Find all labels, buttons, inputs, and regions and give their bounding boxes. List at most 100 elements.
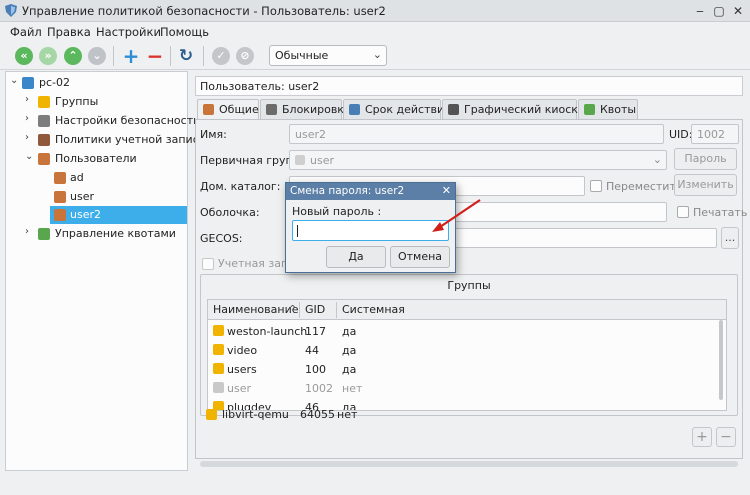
table-row-partial[interactable]: libvirt-qemu 64055 нет	[206, 408, 706, 421]
tree-item-label: Настройки безопасности	[55, 114, 201, 127]
tree-item-users[interactable]: ⌄ Пользователи	[8, 150, 186, 168]
password-button[interactable]: Пароль	[674, 148, 737, 170]
calendar-icon	[349, 104, 360, 115]
toolbar-separator	[203, 46, 204, 66]
title-bar: Управление политикой безопасности - Поль…	[0, 0, 750, 22]
policy-icon	[38, 134, 50, 146]
tree-item-label: Управление квотами	[55, 227, 176, 240]
tree-item-quotas[interactable]: › Управление квотами	[8, 225, 186, 243]
print-checkbox[interactable]	[677, 206, 689, 218]
quota-icon	[38, 228, 50, 240]
group-icon	[206, 409, 217, 420]
primary-group-select[interactable]: user ⌄	[289, 150, 667, 170]
tree-item-label: Группы	[55, 95, 99, 108]
gecos-edit-button[interactable]: ...	[721, 227, 739, 249]
change-button[interactable]: Изменить	[674, 174, 737, 196]
maximize-button[interactable]: ▢	[712, 4, 726, 18]
chevron-down-icon[interactable]: ⌄	[10, 75, 20, 86]
tab-general[interactable]: Общие	[197, 99, 259, 120]
tab-label: Квоты	[600, 103, 637, 116]
user-header-text: Пользователь: user2	[200, 80, 320, 93]
uid-field[interactable]: 1002	[691, 124, 739, 144]
cancel-button[interactable]: Отмена	[390, 246, 450, 268]
move-checkbox[interactable]	[590, 180, 602, 192]
mode-select[interactable]: Обычные ⌄	[269, 45, 387, 66]
remove-group-button[interactable]: −	[716, 427, 736, 447]
table-row[interactable]: user 1002 нет	[208, 379, 726, 398]
horizontal-scrollbar[interactable]	[200, 461, 738, 467]
add-group-button[interactable]: +	[692, 427, 712, 447]
minimize-button[interactable]: ‒	[693, 4, 707, 18]
dialog-title-bar: Смена пароля: user2 ✕	[286, 183, 455, 200]
group-icon	[213, 363, 224, 374]
uid-value: 1002	[697, 128, 725, 141]
cancel-icon[interactable]: ⊘	[236, 47, 254, 65]
column-system[interactable]: Системная	[342, 303, 405, 316]
chevron-right-icon[interactable]: ›	[25, 226, 35, 237]
menu-edit[interactable]: Правка	[47, 25, 91, 39]
group-system: да	[342, 325, 357, 338]
remove-icon[interactable]: −	[146, 46, 164, 66]
tab-quotas[interactable]: Квоты	[578, 99, 638, 119]
table-row[interactable]: users 100 да	[208, 360, 726, 379]
chevron-right-icon[interactable]: ›	[25, 94, 35, 105]
navigation-tree: ⌄ pc-02 › Группы › Настройки безопасност…	[5, 71, 206, 471]
add-icon[interactable]: +	[122, 46, 140, 66]
tree-item-account-policies[interactable]: › Политики учетной записи	[8, 131, 206, 149]
name-field[interactable]: user2	[289, 124, 664, 144]
group-icon	[213, 382, 224, 393]
new-password-input[interactable]	[292, 220, 449, 241]
table-row[interactable]: weston-launch 117 да	[208, 322, 726, 341]
column-name[interactable]: Наименование	[213, 303, 298, 316]
tree-item-security-settings[interactable]: › Настройки безопасности	[8, 112, 200, 130]
settings-icon	[38, 115, 50, 127]
tab-expiration[interactable]: Срок действия	[343, 99, 451, 119]
tab-kiosk[interactable]: Графический киоск Fly	[442, 99, 597, 119]
mode-select-value: Обычные	[275, 49, 329, 62]
menu-help[interactable]: Помощь	[160, 25, 209, 39]
group-name: video	[227, 344, 258, 357]
groups-table-header: Наименование ^ GID Системная	[208, 300, 726, 320]
chevron-down-icon: ⌄	[652, 153, 662, 166]
refresh-icon[interactable]: ↻	[177, 47, 195, 65]
up-icon[interactable]: ⌃	[64, 47, 82, 65]
tree-root[interactable]: ⌄ pc-02	[8, 74, 186, 92]
tree-item-label: Политики учетной записи	[55, 133, 206, 146]
down-icon[interactable]: ⌄	[88, 47, 106, 65]
group-gid: 44	[305, 344, 319, 357]
column-separator	[336, 302, 337, 318]
menu-settings[interactable]: Настройки	[96, 25, 161, 39]
close-window-button[interactable]: ✕	[731, 4, 745, 18]
gecos-label: GECOS:	[200, 232, 243, 245]
menu-file[interactable]: Файл	[10, 25, 42, 39]
chevron-right-icon[interactable]: ›	[25, 132, 35, 143]
account-checkbox[interactable]	[202, 258, 214, 270]
tab-lock[interactable]: Блокировка	[260, 99, 351, 119]
group-gid: 100	[305, 363, 326, 376]
menu-bar: Файл Правка Настройки Помощь	[0, 22, 750, 42]
tab-label: Общие	[219, 103, 259, 116]
group-gid: 1002	[305, 382, 333, 395]
print-label: Печатать	[693, 206, 748, 219]
first-icon[interactable]: «	[15, 47, 33, 65]
kiosk-icon	[448, 104, 459, 115]
chevron-right-icon[interactable]: ›	[25, 113, 35, 124]
ok-button[interactable]: Да	[326, 246, 386, 268]
change-password-dialog: Смена пароля: user2 ✕ Новый пароль : Да …	[285, 182, 456, 273]
group-system: да	[342, 363, 357, 376]
group-system: нет	[342, 382, 363, 395]
dialog-close-icon[interactable]: ✕	[442, 184, 451, 197]
user-icon	[54, 172, 66, 184]
column-gid[interactable]: GID	[305, 303, 325, 316]
tree-item-user-user2[interactable]: user2	[50, 206, 187, 224]
last-icon[interactable]: »	[39, 47, 57, 65]
quota-icon	[584, 104, 595, 115]
tree-item-user-ad[interactable]: ad	[8, 169, 186, 187]
column-separator	[299, 302, 300, 318]
chevron-down-icon[interactable]: ⌄	[25, 151, 35, 162]
groups-box: Группы Наименование ^ GID Системная west…	[200, 274, 738, 416]
table-row[interactable]: video 44 да	[208, 341, 726, 360]
apply-icon[interactable]: ✓	[212, 47, 230, 65]
tree-item-user-user[interactable]: user	[8, 188, 186, 206]
tree-item-groups[interactable]: › Группы	[8, 93, 186, 111]
